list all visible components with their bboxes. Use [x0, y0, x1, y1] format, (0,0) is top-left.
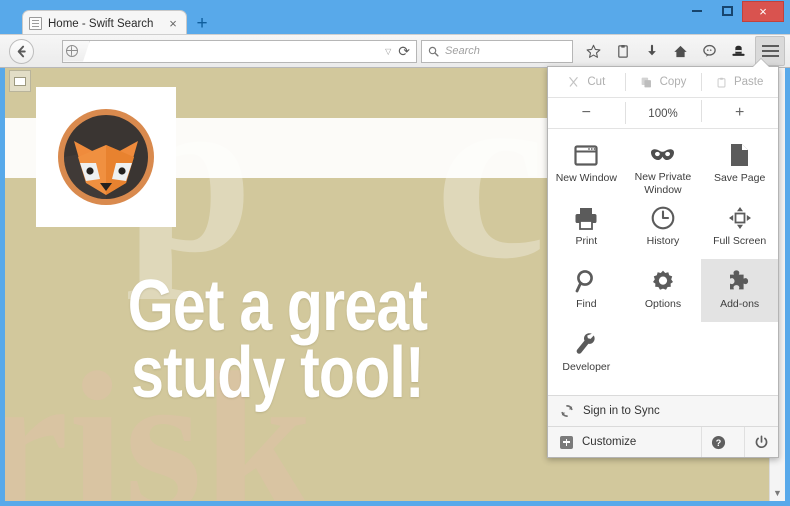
customize-label[interactable]: Customize — [582, 436, 636, 448]
cut-button[interactable]: Cut — [548, 67, 625, 97]
browser-tab[interactable]: Home - Swift Search × — [22, 10, 187, 36]
zoom-out-button[interactable]: − — [548, 104, 625, 122]
window-controls: × — [682, 1, 784, 22]
magic-hat-icon[interactable] — [724, 36, 753, 66]
back-button[interactable] — [9, 38, 34, 64]
menu-panel-pointer — [752, 59, 770, 68]
magnifier-icon — [575, 268, 598, 294]
browser-window: Home - Swift Search × + × ▽ ⟳ Search p c… — [0, 0, 790, 506]
power-button[interactable] — [744, 427, 778, 457]
power-icon — [755, 434, 768, 448]
help-icon: ? — [711, 435, 726, 449]
tab-strip: Home - Swift Search × + × — [0, 0, 790, 36]
menu-item-label: Full Screen — [713, 235, 767, 247]
sign-in-to-sync-row[interactable]: Sign in to Sync — [548, 395, 778, 426]
svg-text:?: ? — [716, 437, 722, 447]
menu-item-label: New Window — [555, 172, 617, 184]
headline-line-2: study tool! — [131, 332, 425, 413]
printer-icon — [574, 205, 598, 231]
copy-icon — [641, 77, 651, 87]
copy-button[interactable]: Copy — [624, 67, 702, 97]
globe-icon — [66, 45, 78, 57]
menu-item-full-screen[interactable]: Full Screen — [701, 196, 778, 259]
gear-icon — [651, 268, 675, 294]
menu-item-print[interactable]: Print — [548, 196, 625, 259]
menu-item-label: History — [646, 235, 680, 247]
customize-row: Customize ? — [548, 426, 778, 457]
menu-item-save-page[interactable]: Save Page — [701, 133, 778, 196]
menu-item-new-window[interactable]: New Window — [548, 133, 625, 196]
search-placeholder: Search — [445, 45, 480, 57]
sync-icon — [561, 405, 573, 417]
bookmark-star-icon[interactable] — [579, 36, 608, 66]
plus-icon — [560, 435, 573, 449]
search-input[interactable]: Search — [421, 39, 573, 63]
site-identity-button[interactable] — [63, 41, 90, 62]
address-bar[interactable]: ▽ ⟳ — [62, 39, 417, 63]
navigation-toolbar: ▽ ⟳ Search — [0, 34, 790, 68]
menu-item-label: Add-ons — [720, 298, 760, 310]
menu-item-history[interactable]: History — [625, 196, 702, 259]
menu-item-label: Print — [575, 235, 598, 247]
menu-item-developer[interactable]: Developer — [548, 322, 625, 385]
page-widget-icon[interactable] — [9, 70, 31, 92]
mask-icon — [649, 142, 676, 167]
edit-controls-row: Cut Copy Paste — [548, 67, 778, 98]
zoom-minus-label: − — [581, 104, 591, 121]
chat-icon[interactable] — [695, 36, 724, 66]
search-icon — [428, 46, 439, 57]
clipboard-icon — [717, 77, 726, 87]
close-button[interactable]: × — [742, 1, 784, 22]
scroll-down-arrow-icon[interactable]: ▼ — [770, 485, 785, 501]
firefox-menu-panel: Cut Copy Paste − 100% + New Window New P… — [547, 66, 779, 458]
zoom-in-button[interactable]: + — [701, 100, 778, 122]
menu-item-find[interactable]: Find — [548, 259, 625, 322]
sync-label: Sign in to Sync — [583, 405, 660, 417]
menu-item-new-private-window[interactable]: New Private Window — [625, 133, 702, 196]
tab-close-icon[interactable]: × — [166, 16, 180, 31]
reload-icon[interactable]: ⟳ — [398, 43, 416, 60]
puzzle-icon — [727, 268, 752, 294]
tab-title: Home - Swift Search — [48, 17, 154, 30]
chevron-down-icon[interactable]: ▽ — [378, 47, 398, 56]
menu-item-add-ons[interactable]: Add-ons — [701, 259, 778, 322]
forward-button[interactable] — [34, 39, 56, 64]
menu-item-label: New Private Window — [634, 171, 692, 196]
menu-item-label: Developer — [562, 361, 611, 373]
maximize-button[interactable] — [712, 1, 742, 20]
menu-item-label: Save Page — [713, 172, 766, 184]
zoom-level-label: 100% — [648, 108, 678, 120]
menu-item-options[interactable]: Options — [625, 259, 702, 322]
wrench-icon — [575, 331, 597, 357]
menu-item-label: Find — [576, 298, 597, 310]
zoom-plus-label: + — [735, 104, 745, 121]
tab-favicon-icon — [29, 17, 42, 30]
menu-item-label: Options — [644, 298, 682, 310]
reading-list-icon[interactable] — [608, 36, 637, 66]
new-tab-button[interactable]: + — [192, 14, 212, 34]
page-icon — [730, 142, 749, 168]
fox-logo — [56, 107, 156, 207]
paste-button[interactable]: Paste — [701, 67, 778, 97]
home-icon[interactable] — [666, 36, 695, 66]
zoom-reset-button[interactable]: 100% — [624, 102, 702, 124]
zoom-controls-row: − 100% + — [548, 98, 778, 129]
clock-icon — [651, 205, 675, 231]
minimize-button[interactable] — [682, 1, 712, 20]
copy-label: Copy — [659, 76, 687, 88]
logo-card — [36, 87, 176, 227]
window-icon — [574, 142, 598, 168]
downloads-icon[interactable] — [637, 36, 666, 66]
scissors-icon — [569, 76, 579, 87]
cut-label: Cut — [587, 76, 606, 88]
menu-grid: New Window New Private Window Save Page … — [548, 129, 778, 385]
fullscreen-icon — [728, 205, 752, 231]
back-arrow-icon — [17, 45, 26, 57]
page-headline: Get a great study tool! — [54, 270, 501, 413]
help-button[interactable]: ? — [701, 427, 735, 457]
watermark-text: c — [435, 68, 546, 311]
paste-label: Paste — [733, 76, 764, 88]
